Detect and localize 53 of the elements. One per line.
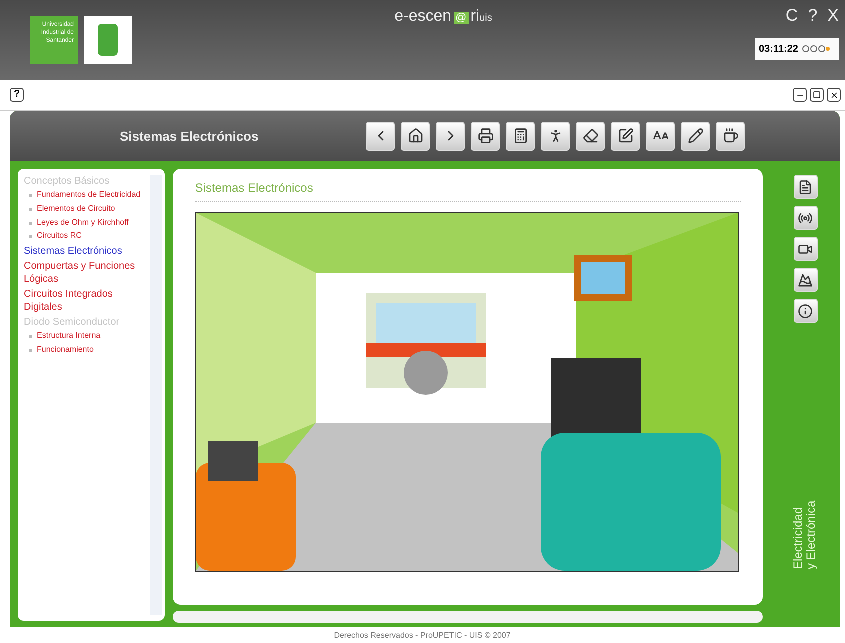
calculator-icon — [512, 128, 528, 144]
audio-icon — [798, 210, 814, 226]
close-icon — [830, 90, 838, 100]
course-name: Electricidad y Electrónica — [792, 500, 819, 570]
home-icon — [408, 128, 424, 144]
bullet-icon — [29, 194, 32, 197]
info-icon — [798, 304, 814, 318]
close-button[interactable] — [827, 88, 841, 102]
pencil-button[interactable] — [681, 122, 710, 150]
bullet-icon — [29, 235, 32, 238]
landscape-icon — [798, 272, 814, 288]
bullet-icon — [29, 208, 32, 211]
window-control[interactable]: C — [786, 6, 798, 26]
info-button[interactable] — [794, 299, 818, 323]
window-control[interactable]: X — [828, 6, 839, 26]
notepad-button[interactable] — [611, 122, 640, 150]
nav-topic[interactable]: Sistemas Electrónicos — [24, 245, 122, 258]
video-camera-button[interactable] — [794, 237, 818, 261]
letters-button[interactable] — [646, 122, 675, 150]
maximize-button[interactable] — [810, 88, 824, 102]
minimize-button[interactable] — [793, 88, 807, 102]
print-button[interactable] — [471, 122, 500, 150]
pencil-icon — [688, 128, 704, 144]
notepad-icon — [618, 128, 634, 144]
nav-topic[interactable]: Circuitos Integrados Digitales — [24, 288, 148, 314]
cup-button[interactable] — [716, 122, 745, 150]
audio-button[interactable] — [794, 206, 818, 230]
eraser-icon — [582, 128, 598, 144]
nav-topic[interactable]: Compuertas y Funciones Lógicas — [24, 260, 148, 286]
copyright-text: Derechos Reservados - ProUPETIC - UIS © 2007 — [334, 630, 511, 640]
brand-title: e-escen @ riuis — [394, 8, 492, 27]
home-button[interactable] — [401, 122, 430, 150]
back-button[interactable] — [366, 122, 395, 150]
window-control[interactable]: ? — [808, 6, 818, 26]
eraser-button[interactable] — [576, 122, 605, 150]
help-button[interactable]: ? — [10, 88, 24, 102]
document-button[interactable] — [794, 175, 818, 199]
bullet-icon — [29, 348, 32, 352]
clock-icons — [802, 45, 830, 53]
section-title: Sistemas Electrónicos — [120, 128, 260, 144]
clock-time: 03:11:22 — [759, 44, 798, 54]
forward-button[interactable] — [436, 122, 465, 150]
content-heading: Sistemas Electrónicos — [195, 181, 742, 202]
print-icon — [478, 128, 494, 144]
document-icon — [798, 180, 814, 194]
maximize-icon — [813, 91, 821, 99]
figure-button[interactable] — [541, 122, 570, 150]
cup-icon — [722, 128, 738, 144]
bullet-icon — [29, 335, 32, 338]
uis-logo — [84, 16, 132, 64]
bullet-icon — [29, 222, 32, 225]
calculator-button[interactable] — [506, 122, 535, 150]
landscape-button[interactable] — [794, 268, 818, 292]
